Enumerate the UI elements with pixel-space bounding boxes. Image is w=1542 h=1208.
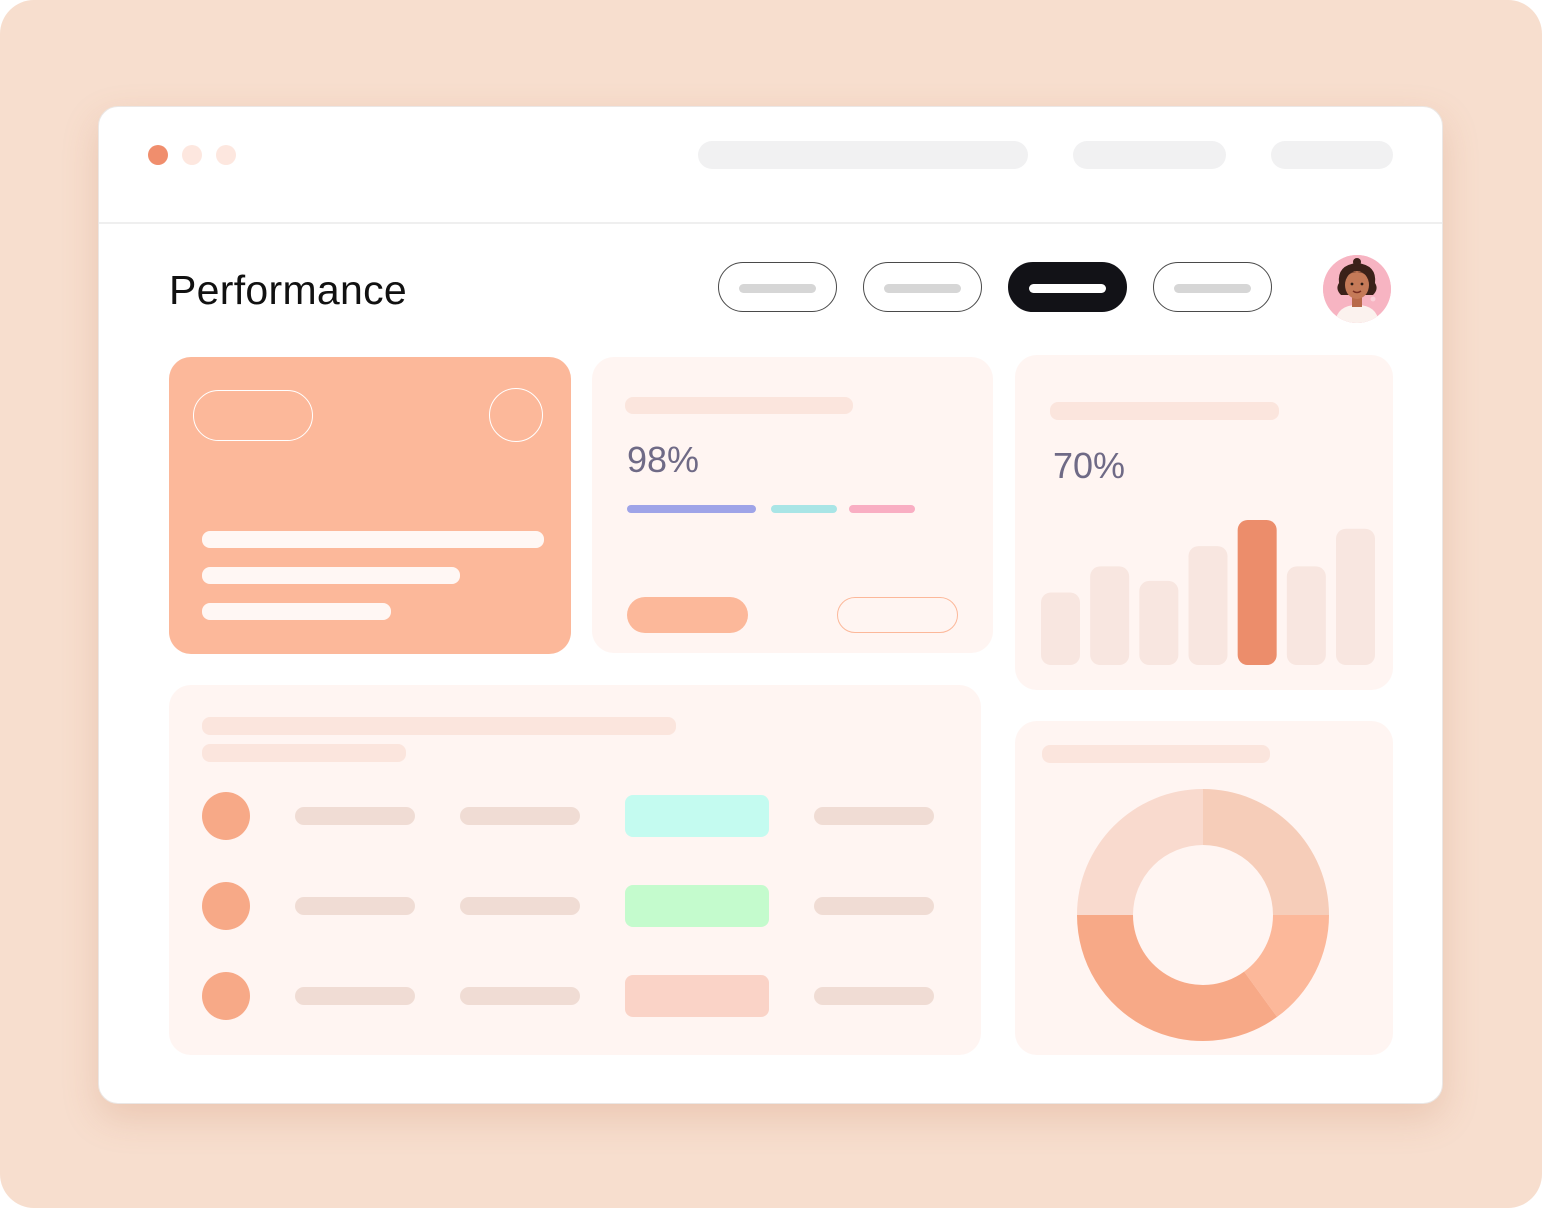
table-subtitle-placeholder <box>202 744 406 762</box>
bar-chart <box>1041 520 1375 665</box>
row-cell-placeholder <box>814 807 934 825</box>
progress-card: 98% <box>592 357 993 653</box>
toolbar-placeholder-1[interactable] <box>1073 141 1226 169</box>
row-cell-placeholder <box>814 897 934 915</box>
address-bar-placeholder[interactable] <box>698 141 1028 169</box>
progress-card-value: 98% <box>627 439 700 480</box>
bar-4 <box>1188 546 1228 665</box>
featured-card-line-3 <box>202 603 391 620</box>
progress-segment-pink <box>849 505 915 513</box>
nav-tab-4[interactable] <box>1153 262 1272 312</box>
donut-slice-3 <box>1077 915 1278 1041</box>
featured-card[interactable] <box>169 357 571 654</box>
nav-tab-1-label-placeholder <box>739 284 816 293</box>
bar-chart-title-placeholder <box>1050 402 1279 420</box>
nav-tab-2[interactable] <box>863 262 982 312</box>
row-cell-placeholder <box>295 897 415 915</box>
progress-card-secondary-button[interactable] <box>837 597 958 633</box>
donut-chart-card <box>1015 721 1393 1055</box>
progress-card-primary-button[interactable] <box>627 597 748 633</box>
bar-2 <box>1090 566 1130 665</box>
row-cell-placeholder <box>460 807 580 825</box>
nav-tab-1[interactable] <box>718 262 837 312</box>
featured-card-tag[interactable] <box>193 390 313 441</box>
bar-1 <box>1041 592 1080 665</box>
window-maximize-dot[interactable] <box>216 145 236 165</box>
toolbar-placeholder-2[interactable] <box>1271 141 1393 169</box>
row-cell-placeholder <box>460 897 580 915</box>
progress-card-title-placeholder <box>625 397 853 414</box>
row-cell-placeholder <box>460 987 580 1005</box>
donut-slice-1 <box>1203 789 1329 915</box>
row-avatar <box>202 972 250 1020</box>
bar-6 <box>1286 566 1326 665</box>
row-avatar <box>202 882 250 930</box>
app-window: Performance 98% 70% <box>98 106 1443 1104</box>
page-title: Performance <box>169 267 408 313</box>
nav-tab-3-active[interactable] <box>1008 262 1127 312</box>
title-bar <box>99 107 1442 224</box>
nav-tab-3-label-placeholder <box>1029 284 1106 293</box>
status-badge <box>625 885 769 927</box>
window-minimize-dot[interactable] <box>182 145 202 165</box>
bar-7 <box>1336 528 1375 665</box>
progress-segment-teal <box>771 505 837 513</box>
featured-card-action-icon[interactable] <box>489 388 543 442</box>
donut-chart-title-placeholder <box>1042 745 1270 763</box>
featured-card-line-2 <box>202 567 460 584</box>
status-badge <box>625 795 769 837</box>
featured-card-line-1 <box>202 531 544 548</box>
table-title-placeholder <box>202 717 676 735</box>
progress-segment-purple <box>627 505 756 513</box>
window-close-dot[interactable] <box>148 145 168 165</box>
row-cell-placeholder <box>814 987 934 1005</box>
bar-3 <box>1139 580 1179 665</box>
donut-slice-4 <box>1077 789 1203 915</box>
row-cell-placeholder <box>295 987 415 1005</box>
bar-chart-card: 70% <box>1015 355 1393 690</box>
avatar-illustration <box>1323 255 1391 323</box>
nav-tab-2-label-placeholder <box>884 284 961 293</box>
bar-5 <box>1237 520 1277 665</box>
nav-tab-4-label-placeholder <box>1174 284 1251 293</box>
table-card <box>169 685 981 1055</box>
status-badge <box>625 975 769 1017</box>
bar-chart-value: 70% <box>1053 445 1126 486</box>
user-avatar[interactable] <box>1323 255 1391 323</box>
row-cell-placeholder <box>295 807 415 825</box>
row-avatar <box>202 792 250 840</box>
donut-chart <box>1077 789 1329 1041</box>
